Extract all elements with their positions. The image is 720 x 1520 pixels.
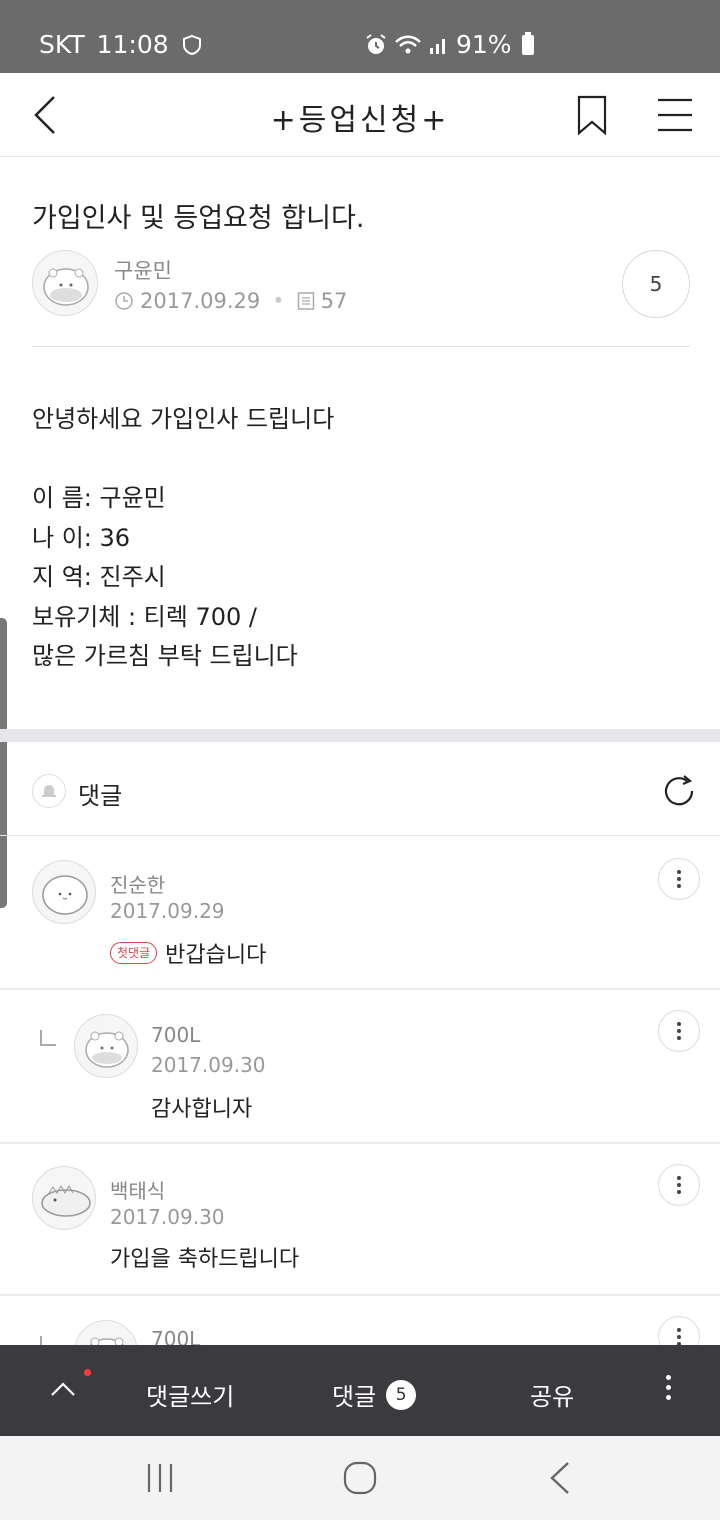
more-icon[interactable] (658, 1010, 700, 1052)
clock-icon (115, 292, 133, 310)
board-title: +등업신청+ (270, 103, 450, 138)
comment-date: 2017.09.30 (151, 1053, 266, 1077)
more-options-icon[interactable] (666, 1375, 671, 1400)
bookmark-icon[interactable] (574, 95, 610, 135)
reply-indicator-icon (40, 1030, 56, 1046)
comment-body: 첫댓글 반갑습니다 (110, 937, 266, 969)
body-line (32, 440, 334, 480)
body-line: 많은 가르침 부탁 드립니다 (32, 642, 298, 670)
comments-button-label: 댓글 (332, 1383, 377, 1411)
more-icon[interactable] (658, 1316, 700, 1345)
body-line: 나 이: 36 (32, 523, 131, 552)
comments-count-badge: 5 (386, 1379, 417, 1410)
notification-dot (84, 1369, 91, 1376)
post-meta: 2017.09.29 • 57 (114, 289, 347, 313)
more-icon[interactable] (658, 1164, 700, 1206)
comment-item: 진순한 2017.09.29 첫댓글 반갑습니다 (0, 836, 720, 990)
commenter-avatar[interactable] (74, 1014, 138, 1078)
comment-author[interactable]: 700L (151, 1023, 200, 1047)
alarm-icon (366, 33, 386, 54)
home-icon[interactable] (342, 1460, 378, 1496)
commenter-avatar[interactable] (74, 1320, 138, 1345)
comment-text: 가입을 축하드립니다 (110, 1247, 300, 1272)
comment-author[interactable]: 진순한 (110, 869, 165, 898)
comment-text: 감사합니자 (151, 1097, 253, 1122)
comment-body: 가입을 축하드립니다 (110, 1241, 299, 1273)
shield-icon (182, 34, 201, 55)
comment-author[interactable]: 700L (151, 1327, 200, 1345)
status-time: 11:08 (96, 30, 169, 59)
comments-button[interactable]: 댓글 5 (332, 1377, 417, 1412)
commenter-avatar[interactable] (32, 1166, 96, 1230)
comment-count: 5 (649, 272, 663, 296)
comment-date: 2017.09.30 (110, 1205, 225, 1229)
comments-header: 댓글 (0, 742, 720, 836)
write-comment-button[interactable]: 댓글쓰기 (146, 1377, 234, 1412)
author-avatar[interactable] (32, 250, 98, 316)
divider (32, 346, 690, 347)
comment-text: 반갑습니다 (165, 943, 267, 968)
wifi-icon (395, 35, 421, 53)
comment-body: 감사합니자 (151, 1091, 252, 1123)
body-line: 보유기체 : 티렉 700 / (32, 602, 257, 631)
comment-item: 백태식 2017.09.30 가입을 축하드립니다 (0, 1144, 720, 1296)
body-line: 이 름: 구윤민 (32, 484, 166, 512)
up-icon[interactable] (48, 1375, 78, 1405)
battery-icon (521, 31, 534, 55)
menu-icon[interactable] (656, 97, 694, 133)
refresh-icon[interactable] (660, 772, 698, 810)
battery-level: 91% (456, 30, 512, 59)
comment-item: 700L 2017.09.30 감사합니자 (0, 990, 720, 1144)
meta-separator: • (272, 289, 285, 313)
system-nav-bar (0, 1436, 720, 1520)
comment-date: 2017.09.29 (110, 899, 225, 923)
comment-author[interactable]: 백태식 (110, 1175, 165, 1204)
nav-back-icon[interactable] (546, 1460, 574, 1496)
post-date: 2017.09.29 (140, 289, 261, 313)
reply-indicator-icon (40, 1336, 56, 1345)
comment-item: 700L (0, 1296, 720, 1345)
author-name[interactable]: 구윤민 (114, 255, 172, 285)
post-title: 가입인사 및 등업요청 합니다. (32, 203, 365, 234)
carrier: SKT (39, 30, 85, 59)
share-button[interactable]: 공유 (530, 1377, 574, 1412)
bell-icon[interactable] (32, 774, 66, 808)
commenter-avatar[interactable] (32, 860, 96, 924)
body-line: 지 역: 진주시 (32, 563, 166, 591)
post-body: 안녕하세요 가입인사 드립니다 이 름: 구윤민 나 이: 36 지 역: 진주… (32, 400, 334, 677)
first-comment-badge: 첫댓글 (110, 942, 158, 964)
comments-label: 댓글 (78, 782, 123, 810)
body-line: 안녕하세요 가입인사 드립니다 (32, 405, 335, 433)
status-bar: SKT 11:08 91% (0, 0, 720, 73)
views-icon (297, 292, 314, 310)
signal-icon (430, 38, 445, 54)
recent-apps-icon[interactable] (146, 1462, 174, 1494)
more-icon[interactable] (658, 858, 700, 900)
app-bar: +등업신청+ (0, 73, 720, 157)
bottom-action-bar: 댓글쓰기 댓글 5 공유 (0, 1345, 720, 1436)
comment-count-button[interactable]: 5 (622, 250, 690, 318)
post-views: 57 (320, 289, 348, 313)
section-divider (0, 729, 720, 742)
